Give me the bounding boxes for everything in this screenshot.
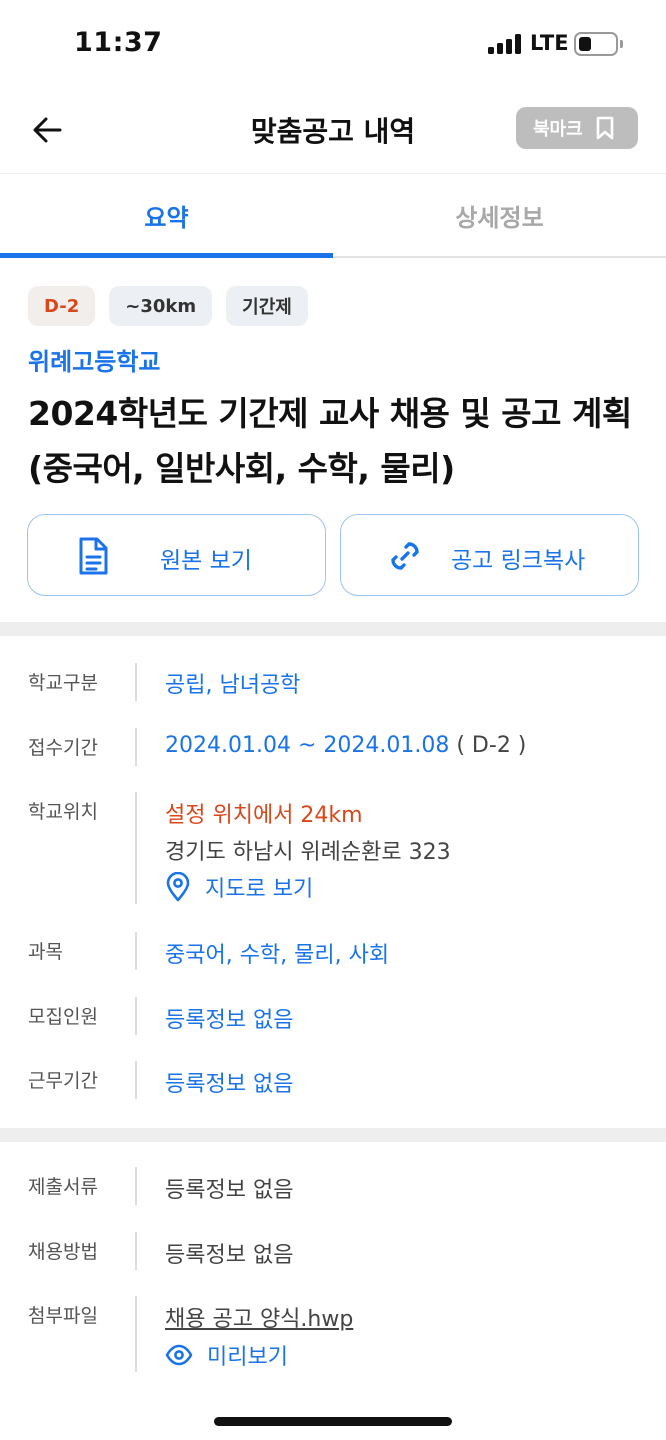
school-name: 위례고등학교 — [28, 348, 161, 376]
preview-link[interactable]: 미리보기 — [165, 1339, 288, 1371]
battery-tip — [620, 40, 623, 48]
method-label: 채용방법 — [28, 1241, 98, 1263]
tab-summary[interactable]: 요약 — [0, 174, 333, 256]
section-divider — [0, 1128, 666, 1142]
preview-label: 미리보기 — [207, 1345, 288, 1370]
row-separator — [135, 792, 137, 904]
attachment-file-link[interactable]: 채용 공고 양식.hwp — [165, 1307, 353, 1332]
period-dates: 2024.01.04 ~ 2024.01.08 — [165, 733, 450, 758]
row-separator — [135, 1232, 137, 1270]
row-separator — [135, 997, 137, 1035]
period-value: 2024.01.04 ~ 2024.01.08 ( D-2 ) — [165, 733, 526, 758]
recruit-count-value: 등록정보 없음 — [165, 1008, 294, 1033]
home-indicator — [214, 1417, 452, 1426]
attachment-label: 첨부파일 — [28, 1305, 98, 1327]
tab-bar: 요약 상세정보 — [0, 174, 666, 258]
badge-group: D-2 ~30km 기간제 — [28, 286, 308, 326]
attachment-file: 채용 공고 양식.hwp — [165, 1301, 353, 1333]
period-dday: ( D-2 ) — [456, 733, 527, 758]
location-distance: 설정 위치에서 24km — [165, 803, 363, 828]
school-type-label: 학교구분 — [28, 672, 98, 694]
status-time: 11:37 — [74, 27, 163, 58]
location-pin-icon — [166, 872, 190, 902]
map-link[interactable]: 지도로 보기 — [165, 871, 313, 903]
copy-link-button[interactable]: 공고 링크복사 — [340, 514, 639, 596]
signal-icon — [488, 34, 522, 54]
eye-icon — [165, 1344, 193, 1366]
bookmark-icon — [596, 116, 613, 140]
employment-type-badge: 기간제 — [226, 286, 308, 326]
subjects-label: 과목 — [28, 941, 63, 963]
documents-value: 등록정보 없음 — [165, 1178, 294, 1203]
distance-badge: ~30km — [109, 286, 213, 326]
bookmark-label: 북마크 — [533, 119, 583, 140]
tab-active-indicator — [0, 253, 333, 258]
row-separator — [135, 1061, 137, 1099]
period-label: 접수기간 — [28, 737, 98, 759]
section-divider — [0, 622, 666, 636]
location-label: 학교위치 — [28, 801, 98, 823]
work-period-value: 등록정보 없음 — [165, 1072, 294, 1097]
subjects-value: 중국어, 수학, 물리, 사회 — [165, 943, 390, 968]
method-value: 등록정보 없음 — [165, 1243, 294, 1268]
tab-detail[interactable]: 상세정보 — [333, 174, 666, 256]
battery-icon — [574, 32, 618, 56]
top-bar: 맞춤공고 내역 북마크 — [0, 88, 666, 174]
copy-link-label: 공고 링크복사 — [451, 548, 586, 574]
document-icon — [79, 537, 108, 575]
network-type: LTE — [530, 31, 569, 55]
work-period-label: 근무기간 — [28, 1070, 98, 1092]
school-type-value: 공립, 남녀공학 — [165, 673, 301, 698]
view-original-label: 원본 보기 — [160, 548, 252, 574]
row-separator — [135, 1296, 137, 1372]
link-icon — [391, 542, 419, 570]
row-separator — [135, 663, 137, 701]
map-link-label: 지도로 보기 — [205, 877, 314, 902]
row-separator — [135, 932, 137, 970]
job-title: 2024학년도 기간제 교사 채용 및 공고 계획(중국어, 일반사회, 수학,… — [28, 394, 632, 488]
dday-badge: D-2 — [28, 286, 96, 326]
view-original-button[interactable]: 원본 보기 — [27, 514, 326, 596]
status-bar: 11:37 LTE — [0, 0, 666, 88]
recruit-count-label: 모집인원 — [28, 1006, 98, 1028]
documents-label: 제출서류 — [28, 1176, 98, 1198]
location-address: 경기도 하남시 위례순환로 323 — [165, 840, 451, 865]
bookmark-button[interactable]: 북마크 — [516, 107, 638, 149]
row-separator — [135, 728, 137, 766]
row-separator — [135, 1167, 137, 1205]
